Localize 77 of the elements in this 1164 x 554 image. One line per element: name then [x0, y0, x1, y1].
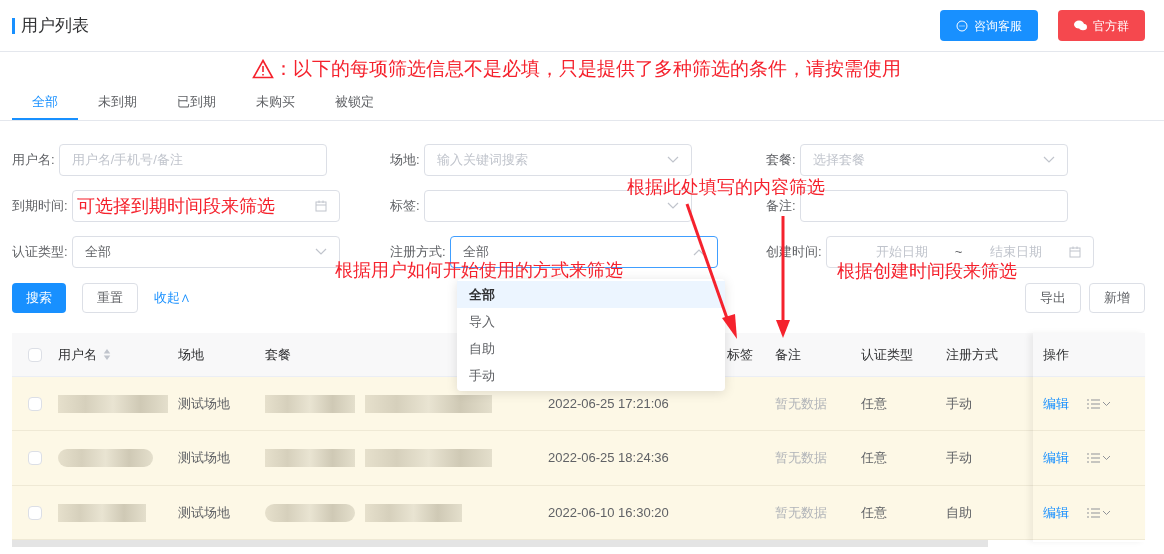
table-cell-text: 任意 — [861, 449, 888, 468]
collapse-link[interactable]: 收起∧ — [154, 288, 191, 308]
end-date-placeholder: 结束日期 — [989, 243, 1042, 262]
select-all-checkbox[interactable] — [28, 347, 42, 362]
dropdown-option[interactable]: 全部 — [457, 281, 725, 308]
reset-button[interactable]: 重置 — [82, 283, 138, 313]
range-separator: ~ — [954, 243, 963, 262]
filter-tab[interactable]: 全部 — [12, 86, 78, 120]
table-cell-text: 2022-06-25 18:24:36 — [548, 449, 670, 468]
column-header: 认证类型 — [861, 345, 913, 364]
dropdown-option[interactable]: 导入 — [457, 308, 725, 335]
calendar-icon — [1068, 246, 1081, 258]
date-field[interactable]: 可选择到期时间段来筛选 — [71, 190, 340, 222]
table-cell-text: 测试场地 — [178, 503, 231, 522]
table-cell-text: 自助 — [946, 503, 973, 522]
filter-label: 场地: — [390, 151, 420, 170]
column-header: 用户名 — [58, 345, 97, 364]
start-date-placeholder: 开始日期 — [875, 243, 928, 262]
table-cell-text: 手动 — [946, 394, 973, 413]
filter-tab[interactable]: 被锁定 — [315, 86, 394, 120]
column-header: 套餐 — [265, 345, 291, 364]
table-cell-text: 测试场地 — [178, 449, 231, 468]
table-cell-text: 暂无数据 — [775, 394, 828, 413]
group-button[interactable]: 官方群 — [1058, 10, 1145, 41]
sort-icon[interactable] — [103, 348, 111, 361]
dropdown-option[interactable]: 手动 — [457, 362, 725, 389]
table-cell-text: 2022-06-10 16:30:20 — [548, 503, 670, 522]
filter-label: 到期时间: — [12, 197, 68, 216]
field-value: 全部 — [462, 243, 489, 261]
column-header: 标签 — [727, 345, 753, 364]
chevron-icon — [666, 156, 679, 164]
table-cell-text: 暂无数据 — [775, 503, 828, 522]
field-placeholder: 输入关键词搜索 — [436, 151, 528, 170]
notice-text: ：以下的每项筛选信息不是必填，只是提供了多种筛选的条件，请按需使用 — [274, 57, 901, 81]
field-placeholder: 用户名/手机号/备注 — [71, 151, 183, 170]
table-cell-text: 测试场地 — [178, 394, 231, 413]
warning-icon — [252, 59, 274, 80]
dropdown-option[interactable]: 自助 — [457, 335, 725, 362]
page-title: 用户列表 — [21, 14, 89, 37]
filter-tab[interactable]: 未购买 — [236, 86, 315, 120]
more-menu-icon[interactable] — [1087, 453, 1111, 463]
row-checkbox[interactable] — [28, 451, 42, 465]
filter-label: 标签: — [390, 197, 420, 216]
calendar-icon — [314, 200, 327, 212]
column-header: 备注 — [775, 345, 801, 364]
column-header: 注册方式 — [946, 345, 998, 364]
more-menu-icon[interactable] — [1087, 507, 1111, 518]
table-cell-text: 手动 — [946, 449, 973, 468]
chat-icon — [956, 19, 968, 32]
filter-label: 注册方式: — [390, 243, 446, 261]
field-placeholder: 选择套餐 — [812, 151, 865, 170]
annotation-text: 可选择到期时间段来筛选 — [76, 194, 275, 218]
row-checkbox[interactable] — [28, 396, 42, 411]
table-cell-text: 2022-06-25 17:21:06 — [548, 394, 670, 413]
horizontal-scrollbar[interactable] — [12, 540, 988, 547]
chevron-icon — [666, 202, 679, 210]
filter-tab[interactable]: 已到期 — [157, 86, 236, 120]
filter-tab[interactable]: 未到期 — [78, 86, 157, 120]
chat-icon — [1074, 20, 1087, 31]
annotation-text: 根据此处填写的内容筛选 — [627, 176, 825, 199]
chevron-icon — [314, 248, 327, 256]
filter-label: 认证类型: — [12, 243, 68, 262]
more-menu-icon[interactable] — [1087, 398, 1111, 409]
table-cell-text: 任意 — [861, 503, 888, 522]
export-button[interactable]: 导出 — [1025, 283, 1081, 313]
column-header: 场地 — [178, 345, 204, 364]
filter-label: 套餐: — [766, 151, 796, 170]
table-cell-text: 任意 — [861, 394, 888, 413]
add-button[interactable]: 新增 — [1089, 283, 1145, 313]
chevron-icon — [1042, 156, 1055, 164]
table-cell-text: 暂无数据 — [775, 449, 828, 468]
filter-label: 用户名: — [12, 151, 55, 170]
chevron-icon — [692, 248, 705, 256]
row-checkbox[interactable] — [28, 505, 42, 520]
field-value: 全部 — [84, 243, 111, 262]
column-header: 操作 — [1043, 345, 1069, 364]
filter-label: 备注: — [766, 197, 796, 216]
